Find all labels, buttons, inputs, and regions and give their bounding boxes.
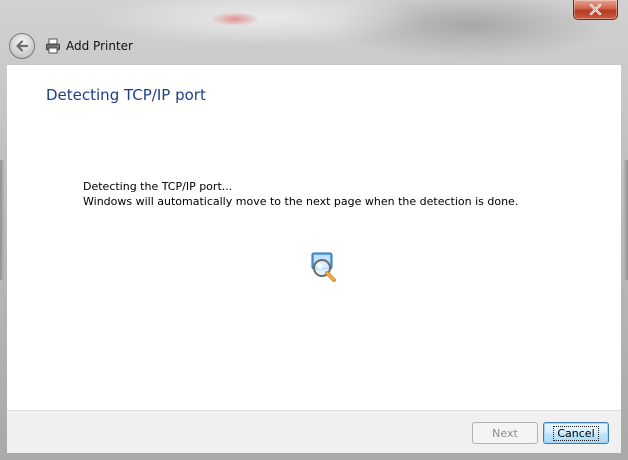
cancel-button[interactable]: Cancel (543, 422, 609, 444)
wizard-footer: Next Cancel (7, 410, 621, 453)
next-button-label: Next (492, 426, 518, 440)
background-blur (210, 12, 260, 26)
wizard-page: Detecting TCP/IP port Detecting the TCP/… (7, 64, 621, 410)
window-edge-left (0, 160, 4, 280)
status-message: Detecting the TCP/IP port... Windows wil… (83, 179, 518, 209)
printer-icon (46, 38, 60, 54)
status-message-line-1: Detecting the TCP/IP port... (83, 180, 233, 193)
window-title: Add Printer (66, 39, 133, 53)
back-arrow-icon (16, 40, 29, 52)
next-button[interactable]: Next (472, 422, 538, 444)
close-button[interactable] (573, 0, 618, 20)
window-edge-right (624, 160, 628, 280)
status-message-line-2: Windows will automatically move to the n… (83, 195, 519, 208)
page-heading: Detecting TCP/IP port (46, 86, 206, 104)
back-button[interactable] (9, 33, 35, 59)
cancel-button-label: Cancel (553, 425, 599, 441)
searching-magnifier-icon (311, 252, 336, 282)
wizard-header: Add Printer (7, 28, 621, 64)
close-icon (589, 4, 602, 15)
